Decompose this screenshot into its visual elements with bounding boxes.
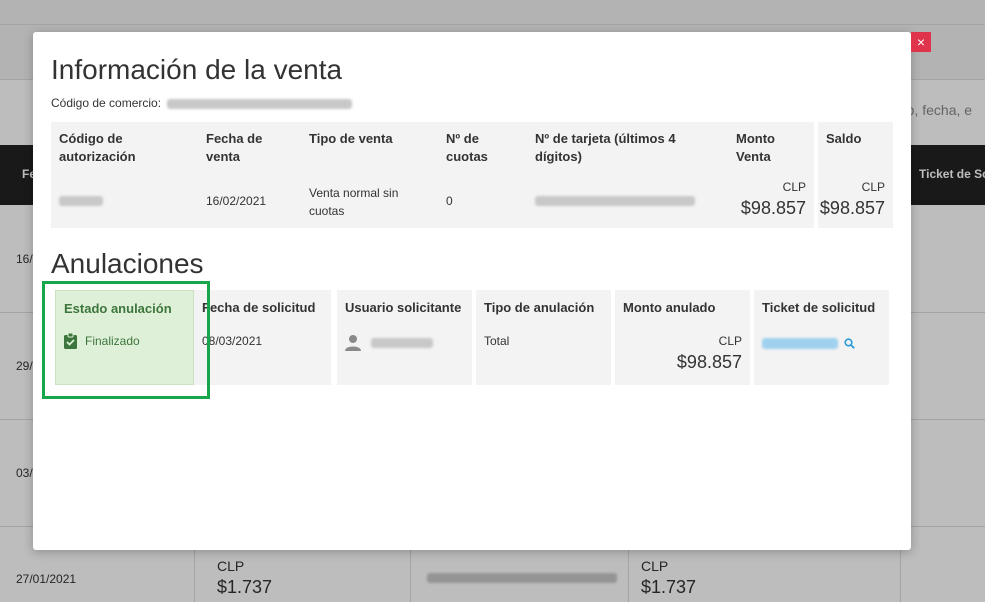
sale-amount-value: $98.857 xyxy=(740,198,806,218)
annulled-amount-value: $98.857 xyxy=(676,352,742,372)
header-card-number: Nº de tarjeta (últimos 4 dígitos) xyxy=(535,131,676,164)
sale-info-table: Código de autorización Fecha de venta 16… xyxy=(51,122,893,228)
col-request-date: Fecha de solicitud 08/03/2021 xyxy=(194,290,331,385)
request-ticket-link[interactable] xyxy=(762,338,838,350)
installments-value: 0 xyxy=(446,194,453,208)
annulment-status-badge: Finalizado xyxy=(64,333,140,349)
search-icon[interactable] xyxy=(844,338,855,350)
card-number-redacted xyxy=(535,196,695,206)
sale-type-value: Venta normal sin cuotas xyxy=(309,186,399,218)
requesting-user-value xyxy=(345,334,433,351)
col-auth-code: Código de autorización xyxy=(51,122,198,228)
col-sale-amount: Monto Venta CLP $98.857 xyxy=(728,122,814,228)
close-button[interactable]: × xyxy=(911,32,931,52)
header-annulment-status: Estado anulación xyxy=(64,301,172,316)
request-ticket-value xyxy=(762,336,855,350)
annulments-table: Estado anulación Finalizado Fecha de sol… xyxy=(51,290,891,385)
header-sale-amount: Monto Venta xyxy=(736,131,775,164)
header-sale-type: Tipo de venta xyxy=(309,131,393,146)
merchant-code-label: Código de comercio: xyxy=(51,96,162,110)
header-annulled-amount: Monto anulado xyxy=(623,300,716,315)
header-annulment-type: Tipo de anulación xyxy=(484,300,595,315)
clipboard-check-icon xyxy=(64,333,77,349)
col-annulment-type: Tipo de anulación Total xyxy=(476,290,611,385)
col-installments: Nº de cuotas 0 xyxy=(438,122,527,228)
col-balance: Saldo CLP $98.857 xyxy=(818,122,893,228)
balance-value: $98.857 xyxy=(819,198,885,218)
col-request-ticket: Ticket de solicitud xyxy=(754,290,889,385)
merchant-code: Código de comercio: xyxy=(51,96,353,110)
header-request-date: Fecha de solicitud xyxy=(202,300,316,315)
annulled-amount-currency: CLP xyxy=(718,334,742,348)
sale-date-value: 16/02/2021 xyxy=(206,194,267,208)
requesting-user-redacted xyxy=(371,337,433,348)
header-installments: Nº de cuotas xyxy=(446,131,488,164)
col-sale-date: Fecha de venta 16/02/2021 xyxy=(198,122,301,228)
auth-code-redacted xyxy=(59,196,103,206)
merchant-code-redacted xyxy=(167,98,353,109)
sale-info-modal: Información de la venta Código de comerc… xyxy=(33,32,911,550)
user-icon xyxy=(345,335,361,351)
header-balance: Saldo xyxy=(826,131,862,146)
header-request-ticket: Ticket de solicitud xyxy=(762,300,876,315)
balance-currency: CLP xyxy=(861,180,885,194)
col-annulled-amount: Monto anulado CLP $98.857 xyxy=(615,290,750,385)
col-sale-type: Tipo de venta Venta normal sin cuotas xyxy=(301,122,438,228)
header-sale-date: Fecha de venta xyxy=(206,131,263,164)
annulment-status-value: Finalizado xyxy=(85,334,140,348)
annulments-title: Anulaciones xyxy=(51,248,204,279)
annulment-type-value: Total xyxy=(484,334,510,348)
sale-amount-currency: CLP xyxy=(782,180,806,194)
header-auth-code: Código de autorización xyxy=(59,131,136,164)
request-date-value: 08/03/2021 xyxy=(202,334,263,348)
header-requesting-user: Usuario solicitante xyxy=(345,300,462,315)
col-requesting-user: Usuario solicitante xyxy=(337,290,472,385)
col-card-number: Nº de tarjeta (últimos 4 dígitos) xyxy=(527,122,728,228)
col-annulment-status: Estado anulación Finalizado xyxy=(55,290,194,385)
modal-title: Información de la venta xyxy=(51,54,343,85)
